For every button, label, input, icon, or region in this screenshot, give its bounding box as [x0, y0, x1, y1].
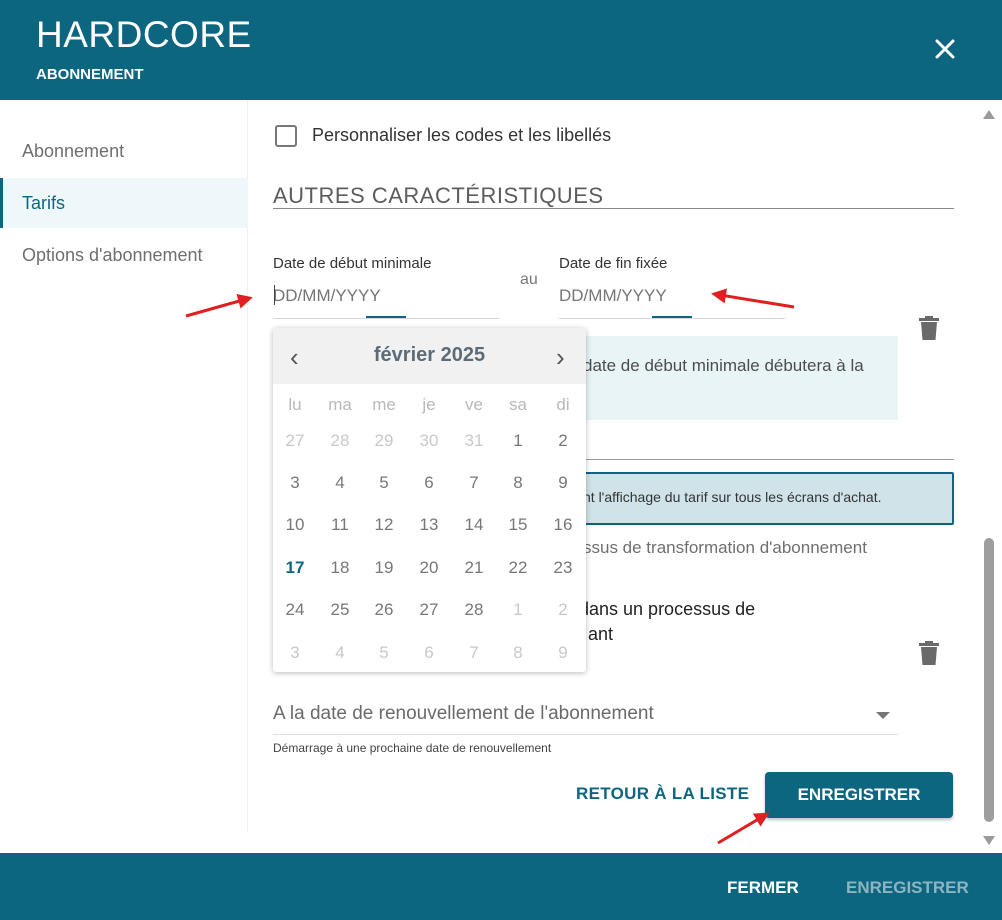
save-button[interactable]: ENREGISTRER [765, 772, 953, 818]
calendar-day[interactable]: 28 [320, 426, 360, 456]
calendar-day[interactable]: 3 [275, 638, 315, 668]
trash-icon[interactable] [919, 641, 939, 665]
calendar-day[interactable]: 16 [543, 510, 583, 540]
calendar-day[interactable]: 6 [409, 468, 449, 498]
chevron-down-icon[interactable] [876, 712, 890, 719]
calendar-day[interactable]: 17 [275, 553, 315, 583]
trash-icon[interactable] [919, 316, 939, 340]
sidebar-item-options[interactable]: Options d'abonnement [0, 230, 248, 280]
calendar-day[interactable]: 8 [498, 638, 538, 668]
end-date-label: Date de fin fixée [559, 255, 668, 272]
weekday-label: ma [328, 395, 352, 414]
weekday-label: di [556, 395, 570, 414]
end-date-underline [559, 318, 785, 319]
calendar-day[interactable]: 25 [320, 595, 360, 625]
footer-close-button[interactable]: FERMER [727, 878, 799, 898]
calendar-day[interactable]: 29 [364, 426, 404, 456]
dialog-title: HARDCORE [36, 14, 252, 55]
calendar-day[interactable]: 13 [409, 510, 449, 540]
section-divider [273, 208, 954, 209]
alert-text: nt l'affichage du tarif sur tous les écr… [583, 489, 882, 505]
back-to-list-button[interactable]: RETOUR À LA LISTE [576, 784, 749, 804]
calendar-day[interactable]: 9 [543, 468, 583, 498]
calendar-day[interactable]: 20 [409, 553, 449, 583]
end-date-input[interactable] [559, 281, 785, 311]
start-date-underline [273, 318, 499, 319]
scrollbar-thumb[interactable] [984, 538, 994, 822]
close-button[interactable] [930, 34, 960, 64]
start-date-label: Date de début minimale [273, 255, 432, 272]
date-picker-month: février 2025 [373, 344, 486, 366]
section-title: AUTRES CARACTÉRISTIQUES [273, 183, 604, 208]
calendar-day[interactable]: 27 [409, 595, 449, 625]
weekday-label: me [372, 395, 396, 414]
calendar-day[interactable]: 18 [320, 553, 360, 583]
dialog-header: HARDCORE ABONNEMENT [0, 0, 1002, 100]
calendar-day[interactable]: 12 [364, 510, 404, 540]
calendar-day[interactable]: 8 [498, 468, 538, 498]
calendar-day[interactable]: 6 [409, 638, 449, 668]
calendar-day[interactable]: 31 [454, 426, 494, 456]
renewal-select[interactable]: A la date de renouvellement de l'abonnem… [273, 703, 654, 725]
calendar-day[interactable]: 5 [364, 468, 404, 498]
calendar-day[interactable]: 9 [543, 638, 583, 668]
calendar-day[interactable]: 1 [498, 426, 538, 456]
calendar-day[interactable]: 24 [275, 595, 315, 625]
dialog-subtitle: ABONNEMENT [36, 66, 144, 83]
calendar-day[interactable]: 28 [454, 595, 494, 625]
process-text: ssus de transformation d'abonnement [583, 538, 867, 557]
calendar-day[interactable]: 27 [275, 426, 315, 456]
scroll-down-arrow[interactable] [983, 836, 995, 845]
calendar-day[interactable]: 30 [409, 426, 449, 456]
info-text: date de début minimale débutera à la [583, 356, 864, 375]
sidebar-item-tarifs[interactable]: Tarifs [0, 178, 248, 228]
calendar-day[interactable]: 4 [320, 468, 360, 498]
calendar-day[interactable]: 14 [454, 510, 494, 540]
calendar-day[interactable]: 23 [543, 553, 583, 583]
weekday-label: ve [465, 395, 483, 414]
calendar-day[interactable]: 7 [454, 638, 494, 668]
renewal-select-hint: Démarrage à une prochaine date de renouv… [273, 741, 552, 755]
sidebar: Abonnement Tarifs Options d'abonnement [0, 100, 248, 833]
calendar-day[interactable]: 1 [498, 595, 538, 625]
customize-codes-checkbox[interactable] [275, 125, 297, 147]
weekday-label: lu [288, 395, 302, 414]
calendar-day[interactable]: 10 [275, 510, 315, 540]
sidebar-item-label: Options d'abonnement [22, 245, 203, 265]
start-date-focus-bar [366, 316, 406, 318]
calendar-day[interactable]: 4 [320, 638, 360, 668]
calendar-day[interactable]: 7 [454, 468, 494, 498]
calendar-day[interactable]: 15 [498, 510, 538, 540]
close-icon [935, 39, 955, 59]
calendar-day[interactable]: 22 [498, 553, 538, 583]
date-picker: février 2025 ‹ › lu ma me je ve sa di 27 28 29 30 3… [273, 328, 586, 672]
next-month-icon[interactable]: › [556, 342, 565, 373]
calendar-day[interactable]: 5 [364, 638, 404, 668]
process-option-line2: ant [588, 624, 614, 644]
calendar-day[interactable]: 26 [364, 595, 404, 625]
renewal-select-underline [273, 734, 898, 735]
calendar-day[interactable]: 19 [364, 553, 404, 583]
end-date-focus-bar [652, 316, 692, 318]
scroll-up-arrow[interactable] [983, 110, 995, 119]
calendar-day[interactable]: 3 [275, 468, 315, 498]
start-date-input[interactable] [273, 281, 499, 311]
calendar-day[interactable]: 2 [543, 595, 583, 625]
sidebar-item-abonnement[interactable]: Abonnement [0, 126, 248, 176]
customize-codes-label: Personnaliser les codes et les libellés [312, 125, 612, 145]
previous-month-icon[interactable]: ‹ [290, 342, 299, 373]
calendar-day[interactable]: 21 [454, 553, 494, 583]
process-option-line1: dans un processus de [579, 599, 756, 619]
footer-save-button: ENREGISTRER [846, 878, 969, 897]
sidebar-item-label: Tarifs [22, 193, 66, 213]
weekday-label: je [422, 395, 436, 414]
info-box [559, 336, 898, 420]
calendar-day[interactable]: 2 [543, 426, 583, 456]
calendar-day[interactable]: 11 [320, 510, 360, 540]
weekday-label: sa [509, 395, 527, 414]
date-range-connector: au [520, 271, 538, 288]
text-cursor [274, 285, 275, 305]
sidebar-item-label: Abonnement [22, 141, 125, 161]
